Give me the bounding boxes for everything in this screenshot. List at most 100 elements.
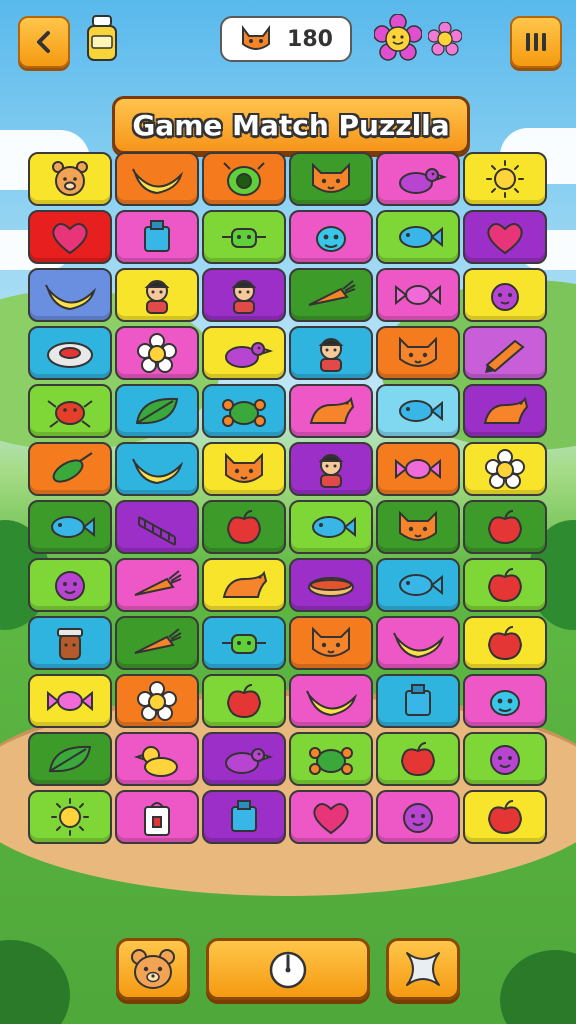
tile-heart[interactable]: [28, 210, 112, 264]
tile-robot[interactable]: [202, 210, 286, 264]
tile-banana[interactable]: [289, 674, 373, 728]
face-icon: [403, 803, 433, 833]
bird-icon: [225, 342, 274, 368]
tile-carrot[interactable]: [289, 268, 373, 322]
timer-button[interactable]: [206, 938, 370, 1000]
tile-fish[interactable]: [289, 500, 373, 554]
tile-apple[interactable]: [463, 558, 547, 612]
tile-blob[interactable]: [463, 268, 547, 322]
tile-dino[interactable]: [463, 384, 547, 438]
tile-cat[interactable]: [289, 616, 373, 670]
tile-hotdog[interactable]: [289, 558, 373, 612]
tile-bag[interactable]: [115, 790, 199, 844]
tile-bear[interactable]: [28, 152, 112, 206]
face-icon: [490, 745, 520, 775]
leaf-icon: [135, 397, 179, 425]
tile-apple[interactable]: [463, 500, 547, 554]
tile-banana[interactable]: [115, 152, 199, 206]
tile-fish[interactable]: [376, 384, 460, 438]
apple-icon: [226, 684, 262, 719]
pause-icon: [526, 33, 546, 51]
tile-heart[interactable]: [289, 790, 373, 844]
corn-icon: [52, 452, 93, 483]
tile-bird[interactable]: [202, 732, 286, 786]
tile-fish[interactable]: [28, 500, 112, 554]
tile-alien[interactable]: [289, 210, 373, 264]
tile-dino[interactable]: [202, 558, 286, 612]
tile-box[interactable]: [376, 674, 460, 728]
tile-dino[interactable]: [289, 384, 373, 438]
tile-sun[interactable]: [463, 152, 547, 206]
tile-candy[interactable]: [376, 442, 460, 496]
tile-fish[interactable]: [376, 210, 460, 264]
tile-apple[interactable]: [463, 790, 547, 844]
tile-cat[interactable]: [289, 152, 373, 206]
tile-bug[interactable]: [202, 152, 286, 206]
tile-person[interactable]: [115, 268, 199, 322]
tile-banana[interactable]: [28, 268, 112, 322]
person-icon: [318, 338, 344, 372]
tile-face[interactable]: [463, 732, 547, 786]
tile-flower[interactable]: [115, 326, 199, 380]
back-button[interactable]: [18, 16, 70, 68]
tile-crab[interactable]: [28, 384, 112, 438]
tile-duck[interactable]: [115, 732, 199, 786]
tile-flower[interactable]: [463, 442, 547, 496]
tile-person[interactable]: [289, 326, 373, 380]
box-icon: [144, 220, 170, 252]
tile-apple[interactable]: [202, 674, 286, 728]
tile-face[interactable]: [376, 790, 460, 844]
tile-apple[interactable]: [202, 500, 286, 554]
tile-cat[interactable]: [376, 326, 460, 380]
tile-box[interactable]: [202, 790, 286, 844]
tile-ring[interactable]: [28, 326, 112, 380]
duck-icon: [133, 746, 178, 777]
tile-alien[interactable]: [463, 674, 547, 728]
banana-icon: [132, 458, 184, 485]
tile-bird[interactable]: [376, 152, 460, 206]
person-icon: [231, 280, 257, 314]
shuffle-close-button[interactable]: [386, 938, 460, 1000]
tile-person[interactable]: [202, 268, 286, 322]
tile-ladder[interactable]: [115, 500, 199, 554]
tile-candy[interactable]: [28, 674, 112, 728]
apple-icon: [487, 626, 523, 661]
tile-banana[interactable]: [115, 442, 199, 496]
tile-box[interactable]: [115, 210, 199, 264]
candy-icon: [395, 458, 441, 480]
tile-robot[interactable]: [202, 616, 286, 670]
cat-icon: [312, 162, 350, 193]
box-icon: [405, 684, 431, 716]
fish-icon: [399, 226, 443, 248]
tile-turtle[interactable]: [202, 384, 286, 438]
cat-icon: [399, 510, 437, 541]
tile-face[interactable]: [28, 558, 112, 612]
tile-jar[interactable]: [28, 616, 112, 670]
tile-apple[interactable]: [463, 616, 547, 670]
person-icon: [144, 280, 170, 314]
tile-banana[interactable]: [376, 616, 460, 670]
tile-cat[interactable]: [202, 442, 286, 496]
tile-leaf[interactable]: [115, 384, 199, 438]
tile-candy[interactable]: [376, 268, 460, 322]
tile-carrot[interactable]: [115, 558, 199, 612]
pause-button[interactable]: [510, 16, 562, 68]
crab-icon: [47, 400, 93, 428]
tile-fish[interactable]: [376, 558, 460, 612]
heart-icon: [52, 223, 88, 255]
tile-pencil[interactable]: [463, 326, 547, 380]
hint-button[interactable]: [116, 938, 190, 1000]
bottle-icon[interactable]: [84, 14, 120, 64]
tile-leaf[interactable]: [28, 732, 112, 786]
tile-bird[interactable]: [202, 326, 286, 380]
tile-carrot[interactable]: [115, 616, 199, 670]
tile-corn[interactable]: [28, 442, 112, 496]
tile-heart[interactable]: [463, 210, 547, 264]
tile-flower[interactable]: [115, 674, 199, 728]
alien-icon: [490, 690, 520, 716]
tile-sun[interactable]: [28, 790, 112, 844]
tile-turtle[interactable]: [289, 732, 373, 786]
tile-person[interactable]: [289, 442, 373, 496]
tile-apple[interactable]: [376, 732, 460, 786]
tile-cat[interactable]: [376, 500, 460, 554]
